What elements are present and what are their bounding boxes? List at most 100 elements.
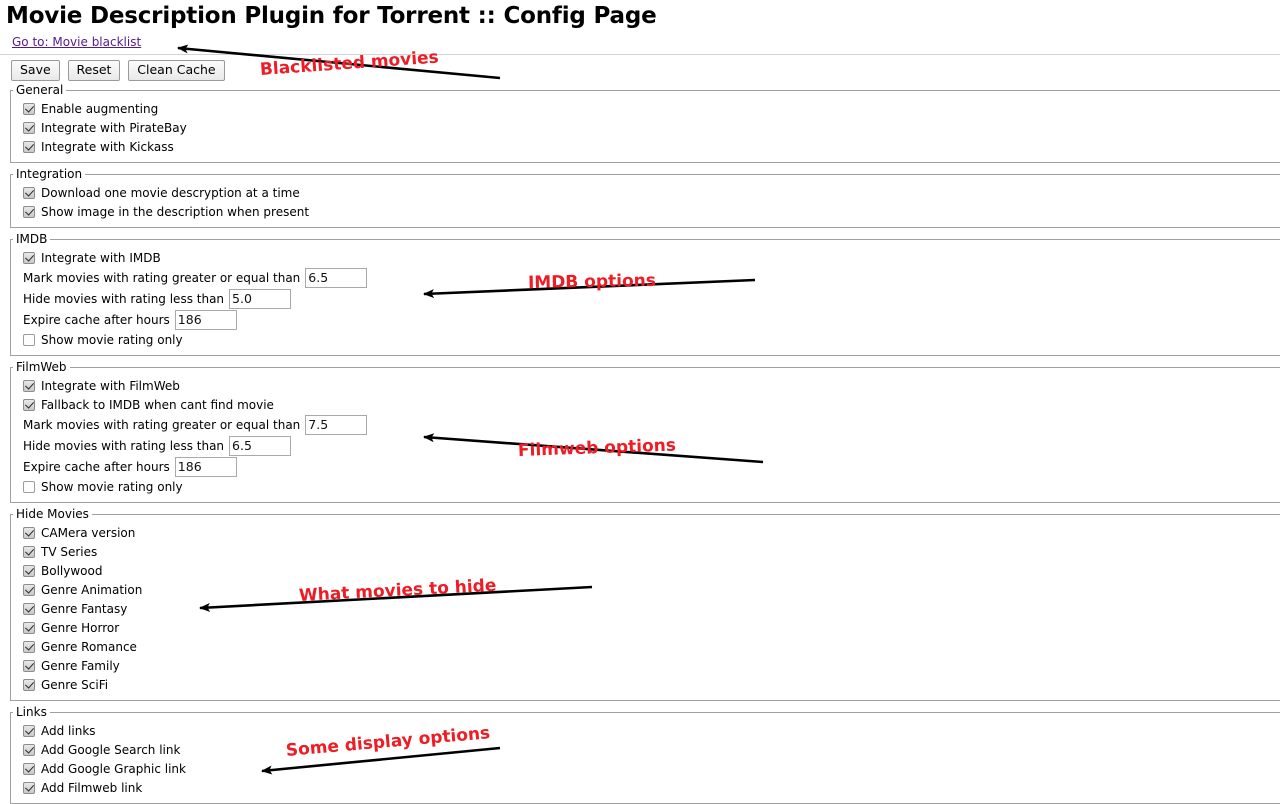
label-integrate-kickass: Integrate with Kickass [41,139,174,154]
checkbox-row-add-google-search-link[interactable]: Add Google Search link [11,740,1280,759]
checkbox-genre-family[interactable] [23,659,35,672]
checkbox-row-genre-fantasy[interactable]: Genre Fantasy [11,599,1280,618]
label-filmweb-hide-rating: Hide movies with rating less than [23,438,225,453]
checkbox-genre-romance[interactable] [23,640,35,653]
page-title: Movie Description Plugin for Torrent :: … [6,3,657,29]
label-add-google-search-link: Add Google Search link [41,742,181,757]
goto-movie-blacklist-link[interactable]: Go to: Movie blacklist [12,35,141,49]
checkbox-tv-series[interactable] [23,545,35,558]
checkbox-row-enable-augmenting[interactable]: Enable augmenting [11,99,1280,118]
section-general-legend: General [16,83,64,97]
checkbox-row-genre-romance[interactable]: Genre Romance [11,637,1280,656]
section-integration: Integration Download one movie descrypti… [10,167,1280,228]
checkbox-integrate-imdb[interactable] [23,251,35,264]
section-imdb: IMDB Integrate with IMDB Mark movies wit… [10,232,1280,356]
checkbox-row-genre-scifi[interactable]: Genre SciFi [11,675,1280,694]
checkbox-row-filmweb-rating-only[interactable]: Show movie rating only [11,477,1280,496]
checkbox-row-imdb-rating-only[interactable]: Show movie rating only [11,330,1280,349]
label-enable-augmenting: Enable augmenting [41,101,159,116]
toolbar: Save Reset Clean Cache [0,55,1280,83]
checkbox-show-image[interactable] [23,205,35,218]
label-filmweb-expire-cache: Expire cache after hours [23,459,170,474]
label-imdb-expire-cache: Expire cache after hours [23,312,170,327]
label-imdb-mark-rating: Mark movies with rating greater or equal… [23,270,301,285]
label-filmweb-mark-rating: Mark movies with rating greater or equal… [23,417,301,432]
label-bollywood: Bollywood [41,563,103,578]
imdb-hide-rating-row: Hide movies with rating less than [11,288,1280,309]
label-camera-version: CAMera version [41,525,136,540]
checkbox-download-one-at-a-time[interactable] [23,186,35,199]
label-filmweb-fallback: Fallback to IMDB when cant find movie [41,397,274,412]
section-filmweb: FilmWeb Integrate with FilmWeb Fallback … [10,360,1280,503]
checkbox-row-integrate-imdb[interactable]: Integrate with IMDB [11,248,1280,267]
checkbox-row-camera-version[interactable]: CAMera version [11,523,1280,542]
label-download-one-at-a-time: Download one movie descryption at a time [41,185,300,200]
checkbox-row-add-filmweb-link[interactable]: Add Filmweb link [11,778,1280,797]
label-add-filmweb-link: Add Filmweb link [41,780,143,795]
imdb-hide-rating-input[interactable] [229,288,292,309]
checkbox-row-genre-horror[interactable]: Genre Horror [11,618,1280,637]
checkbox-imdb-rating-only[interactable] [23,333,35,346]
checkbox-add-links[interactable] [23,724,35,737]
checkbox-filmweb-rating-only[interactable] [23,480,35,493]
label-genre-horror: Genre Horror [41,620,120,635]
checkbox-genre-horror[interactable] [23,621,35,634]
label-genre-fantasy: Genre Fantasy [41,601,128,616]
checkbox-row-integrate-piratebay[interactable]: Integrate with PirateBay [11,118,1280,137]
checkbox-row-tv-series[interactable]: TV Series [11,542,1280,561]
filmweb-mark-rating-input[interactable] [305,414,368,435]
checkbox-row-bollywood[interactable]: Bollywood [11,561,1280,580]
filmweb-hide-rating-row: Hide movies with rating less than [11,435,1280,456]
label-genre-scifi: Genre SciFi [41,677,109,692]
section-general: General Enable augmenting Integrate with… [10,83,1280,163]
checkbox-row-genre-family[interactable]: Genre Family [11,656,1280,675]
filmweb-mark-rating-row: Mark movies with rating greater or equal… [11,414,1280,435]
label-genre-animation: Genre Animation [41,582,143,597]
label-genre-romance: Genre Romance [41,639,137,654]
section-links-legend: Links [16,705,47,719]
clean-cache-button[interactable]: Clean Cache [128,60,225,81]
checkbox-genre-scifi[interactable] [23,678,35,691]
checkbox-row-integrate-filmweb[interactable]: Integrate with FilmWeb [11,376,1280,395]
imdb-mark-rating-input[interactable] [305,267,368,288]
label-integrate-filmweb: Integrate with FilmWeb [41,378,180,393]
checkbox-bollywood[interactable] [23,564,35,577]
checkbox-add-google-search-link[interactable] [23,743,35,756]
section-hide-movies-legend: Hide Movies [16,507,89,521]
checkbox-genre-animation[interactable] [23,583,35,596]
checkbox-row-genre-animation[interactable]: Genre Animation [11,580,1280,599]
checkbox-genre-fantasy[interactable] [23,602,35,615]
filmweb-expire-cache-input[interactable] [174,456,237,477]
label-filmweb-rating-only: Show movie rating only [41,479,183,494]
checkbox-integrate-piratebay[interactable] [23,121,35,134]
label-integrate-piratebay: Integrate with PirateBay [41,120,187,135]
checkbox-add-filmweb-link[interactable] [23,781,35,794]
section-links: Links Add links Add Google Search link A… [10,705,1280,804]
goto-blacklist-row: Go to: Movie blacklist [0,29,1280,49]
checkbox-camera-version[interactable] [23,526,35,539]
checkbox-row-filmweb-fallback[interactable]: Fallback to IMDB when cant find movie [11,395,1280,414]
checkbox-enable-augmenting[interactable] [23,102,35,115]
checkbox-row-add-links[interactable]: Add links [11,721,1280,740]
imdb-mark-rating-row: Mark movies with rating greater or equal… [11,267,1280,288]
filmweb-expire-cache-row: Expire cache after hours [11,456,1280,477]
checkbox-filmweb-fallback[interactable] [23,398,35,411]
checkbox-row-add-google-graphic-link[interactable]: Add Google Graphic link [11,759,1280,778]
save-button[interactable]: Save [11,60,60,81]
section-hide-movies: Hide Movies CAMera version TV Series Bol… [10,507,1280,701]
imdb-expire-cache-input[interactable] [174,309,237,330]
checkbox-row-integrate-kickass[interactable]: Integrate with Kickass [11,137,1280,156]
label-show-image: Show image in the description when prese… [41,204,310,219]
label-genre-family: Genre Family [41,658,120,673]
checkbox-integrate-kickass[interactable] [23,140,35,153]
checkbox-row-show-image[interactable]: Show image in the description when prese… [11,202,1280,221]
label-imdb-rating-only: Show movie rating only [41,332,183,347]
checkbox-add-google-graphic-link[interactable] [23,762,35,775]
checkbox-row-download-one-at-a-time[interactable]: Download one movie descryption at a time [11,183,1280,202]
label-tv-series: TV Series [41,544,98,559]
checkbox-integrate-filmweb[interactable] [23,379,35,392]
section-imdb-legend: IMDB [16,232,48,246]
filmweb-hide-rating-input[interactable] [229,435,292,456]
label-integrate-imdb: Integrate with IMDB [41,250,161,265]
reset-button[interactable]: Reset [67,60,121,81]
